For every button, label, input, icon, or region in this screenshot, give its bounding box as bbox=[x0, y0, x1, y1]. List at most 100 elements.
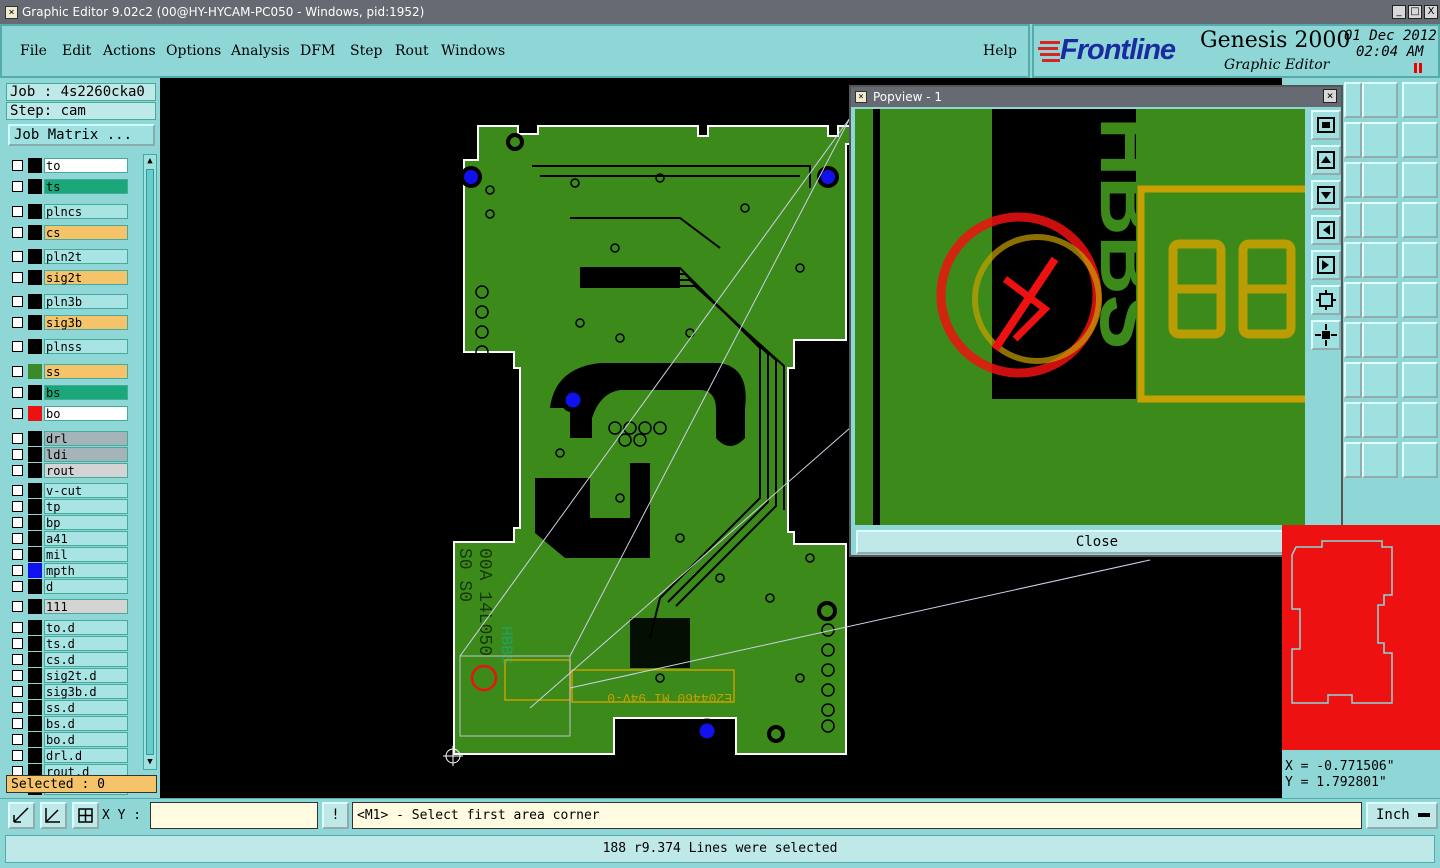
menu-dfm[interactable]: DFM bbox=[300, 43, 335, 59]
popview-pan-left-button[interactable] bbox=[1311, 215, 1341, 245]
layer-color-swatch[interactable] bbox=[28, 249, 42, 264]
tool-button-partial-5[interactable] bbox=[1344, 282, 1362, 318]
app-icon[interactable]: × bbox=[5, 6, 18, 19]
popview-pan-down-button[interactable] bbox=[1311, 180, 1341, 210]
layer-color-swatch[interactable] bbox=[28, 599, 42, 614]
close-window-button[interactable]: X bbox=[1424, 5, 1438, 19]
popview-zoom-in-button[interactable] bbox=[1311, 285, 1341, 315]
maximize-button[interactable]: □ bbox=[1408, 5, 1422, 19]
layer-checkbox[interactable] bbox=[12, 734, 23, 745]
layer-color-swatch[interactable] bbox=[28, 620, 42, 635]
layer-row-sig3b[interactable]: sig3b bbox=[10, 315, 128, 330]
menu-step[interactable]: Step bbox=[350, 43, 382, 59]
layer-checkbox[interactable] bbox=[12, 449, 23, 460]
layer-checkbox[interactable] bbox=[12, 702, 23, 713]
layer-checkbox[interactable] bbox=[12, 251, 23, 262]
layer-checkbox[interactable] bbox=[12, 160, 23, 171]
layer-checkbox[interactable] bbox=[12, 750, 23, 761]
layer-color-swatch[interactable] bbox=[28, 364, 42, 379]
layer-name[interactable]: mil bbox=[44, 547, 128, 562]
layer-row-rout[interactable]: rout bbox=[10, 463, 128, 478]
layer-color-swatch[interactable] bbox=[28, 315, 42, 330]
xy-input[interactable] bbox=[150, 802, 318, 829]
layer-name[interactable]: plncs bbox=[44, 204, 128, 219]
tool-button-partial-9[interactable] bbox=[1344, 442, 1362, 478]
layer-row-to[interactable]: to bbox=[10, 158, 128, 173]
layer-name[interactable]: ss.d bbox=[44, 700, 128, 715]
menu-edit[interactable]: Edit bbox=[62, 43, 91, 59]
popview-canvas[interactable]: HBBS bbox=[855, 109, 1305, 525]
layer-row-pln3b[interactable]: pln3b bbox=[10, 294, 128, 309]
layer-name[interactable]: bs bbox=[44, 385, 128, 400]
layer-checkbox[interactable] bbox=[12, 317, 23, 328]
tool-button-4-1[interactable] bbox=[1402, 242, 1438, 278]
layer-color-swatch[interactable] bbox=[28, 406, 42, 421]
layer-row-bo[interactable]: bo bbox=[10, 406, 128, 421]
layer-name[interactable]: bo.d bbox=[44, 732, 128, 747]
job-matrix-button[interactable]: Job Matrix ... bbox=[8, 124, 155, 146]
minimize-button[interactable]: _ bbox=[1392, 5, 1406, 19]
tool-button-5-1[interactable] bbox=[1402, 282, 1438, 318]
menu-analysis[interactable]: Analysis bbox=[231, 43, 290, 59]
popview-pan-right-button[interactable] bbox=[1311, 250, 1341, 280]
tool-button-partial-2[interactable] bbox=[1344, 162, 1362, 198]
layer-color-swatch[interactable] bbox=[28, 204, 42, 219]
tool-button-partial-7[interactable] bbox=[1344, 362, 1362, 398]
layer-row-a41[interactable]: a41 bbox=[10, 531, 128, 546]
layer-name[interactable]: to.d bbox=[44, 620, 128, 635]
scroll-down-icon[interactable]: ▼ bbox=[145, 757, 155, 767]
layer-row-sig2t-d[interactable]: sig2t.d bbox=[10, 668, 128, 683]
layer-row-bp[interactable]: bp bbox=[10, 515, 128, 530]
unit-selector[interactable]: Inch bbox=[1366, 802, 1438, 829]
tool-button-partial-8[interactable] bbox=[1344, 402, 1362, 438]
layer-row-bo-d[interactable]: bo.d bbox=[10, 732, 128, 747]
menu-rout[interactable]: Rout bbox=[395, 43, 429, 59]
layer-color-swatch[interactable] bbox=[28, 716, 42, 731]
layer-row-pln2t[interactable]: pln2t bbox=[10, 249, 128, 264]
layer-checkbox[interactable] bbox=[12, 296, 23, 307]
layer-checkbox[interactable] bbox=[12, 638, 23, 649]
layer-row-to-d[interactable]: to.d bbox=[10, 620, 128, 635]
layer-color-swatch[interactable] bbox=[28, 447, 42, 462]
layer-row-ss-d[interactable]: ss.d bbox=[10, 700, 128, 715]
layer-checkbox[interactable] bbox=[12, 670, 23, 681]
layer-checkbox[interactable] bbox=[12, 654, 23, 665]
layer-row-v-cut[interactable]: v-cut bbox=[10, 483, 128, 498]
layer-name[interactable]: bp bbox=[44, 515, 128, 530]
scroll-up-icon[interactable]: ▲ bbox=[145, 156, 155, 166]
layer-checkbox[interactable] bbox=[12, 533, 23, 544]
tool-button-2-0[interactable] bbox=[1362, 162, 1398, 198]
tool-button-0-1[interactable] bbox=[1402, 82, 1438, 118]
popview-zoom-out-button[interactable] bbox=[1311, 320, 1341, 350]
tool-button-9-0[interactable] bbox=[1362, 442, 1398, 478]
layer-checkbox[interactable] bbox=[12, 485, 23, 496]
layer-color-swatch[interactable] bbox=[28, 515, 42, 530]
layer-color-swatch[interactable] bbox=[28, 463, 42, 478]
tool-button-8-0[interactable] bbox=[1362, 402, 1398, 438]
layer-color-swatch[interactable] bbox=[28, 547, 42, 562]
menu-help[interactable]: Help bbox=[983, 43, 1017, 59]
menu-file[interactable]: File bbox=[20, 43, 47, 59]
layer-color-swatch[interactable] bbox=[28, 225, 42, 240]
layer-color-swatch[interactable] bbox=[28, 385, 42, 400]
tool-button-2-1[interactable] bbox=[1402, 162, 1438, 198]
tool-button-9-1[interactable] bbox=[1402, 442, 1438, 478]
layer-row-111[interactable]: 111 bbox=[10, 599, 128, 614]
tool-button-4-0[interactable] bbox=[1362, 242, 1398, 278]
layer-color-swatch[interactable] bbox=[28, 748, 42, 763]
grid-mode-button[interactable] bbox=[72, 802, 99, 829]
popview-zoom-fit-button[interactable] bbox=[1311, 110, 1341, 140]
layer-color-swatch[interactable] bbox=[28, 531, 42, 546]
tool-button-partial-4[interactable] bbox=[1344, 242, 1362, 278]
tool-button-6-0[interactable] bbox=[1362, 322, 1398, 358]
popview-window[interactable]: Popview - 1 × × HBBS Close bbox=[849, 85, 1343, 557]
layer-row-drl[interactable]: drl bbox=[10, 431, 128, 446]
pause-icon[interactable] bbox=[1414, 63, 1422, 73]
tool-button-1-0[interactable] bbox=[1362, 122, 1398, 158]
scroll-thumb[interactable] bbox=[146, 169, 154, 755]
layer-name[interactable]: plnss bbox=[44, 339, 128, 354]
layer-checkbox[interactable] bbox=[12, 581, 23, 592]
tool-button-5-0[interactable] bbox=[1362, 282, 1398, 318]
layer-checkbox[interactable] bbox=[12, 549, 23, 560]
layer-checkbox[interactable] bbox=[12, 686, 23, 697]
